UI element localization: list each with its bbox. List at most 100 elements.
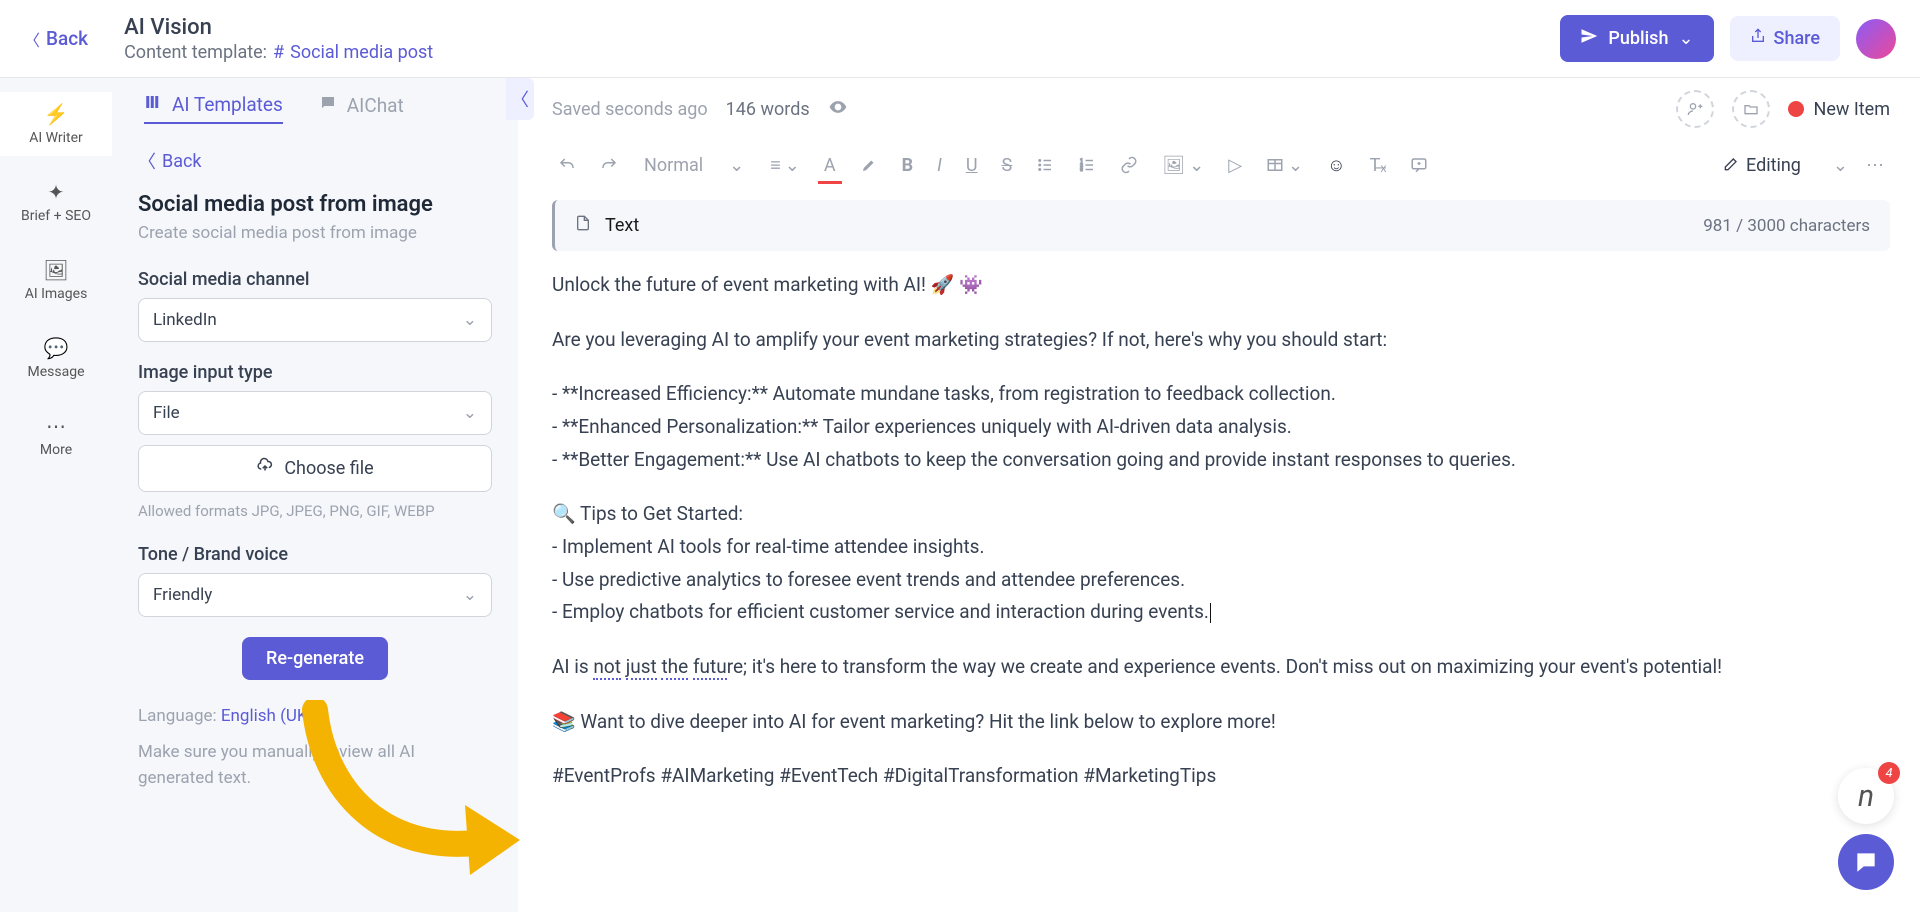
content-line: - Employ chatbots for efficient customer… bbox=[552, 596, 1860, 629]
share-label: Share bbox=[1774, 28, 1820, 49]
chevron-down-icon: ⌄ bbox=[1833, 155, 1848, 176]
sidebar-item-label: AI Images bbox=[25, 286, 88, 302]
chevron-left-icon: 〈 bbox=[138, 148, 156, 174]
chevron-down-icon: ⌄ bbox=[463, 403, 477, 423]
editor-content[interactable]: Unlock the future of event marketing wit… bbox=[552, 269, 1920, 815]
tone-select[interactable]: Friendly ⌄ bbox=[138, 573, 492, 617]
panel-tabs: AI Templates AIChat bbox=[112, 78, 518, 138]
new-item-status[interactable]: New Item bbox=[1788, 99, 1891, 120]
chevron-down-icon: ⌄ bbox=[729, 155, 744, 176]
channel-select[interactable]: LinkedIn ⌄ bbox=[138, 298, 492, 342]
content-line: #EventProfs #AIMarketing #EventTech #Dig… bbox=[552, 760, 1860, 793]
select-value: Friendly bbox=[153, 585, 212, 605]
bullet-list-button[interactable] bbox=[1030, 152, 1060, 178]
language-link[interactable]: English (UK) bbox=[221, 706, 314, 726]
editing-mode-label: Editing bbox=[1746, 155, 1801, 176]
content-line: - Use predictive analytics to foresee ev… bbox=[552, 564, 1860, 597]
emoji-button[interactable]: ☺ bbox=[1321, 151, 1351, 180]
tab-ai-chat[interactable]: AIChat bbox=[319, 94, 404, 123]
more-toolbar-button[interactable]: ⋯ bbox=[1860, 151, 1890, 180]
content-line: Are you leveraging AI to amplify your ev… bbox=[552, 324, 1860, 357]
panel-back-button[interactable]: 〈 Back bbox=[138, 148, 492, 174]
share-button[interactable]: Share bbox=[1730, 16, 1840, 61]
choose-file-button[interactable]: Choose file bbox=[138, 445, 492, 492]
document-icon bbox=[575, 214, 591, 237]
form-title: Social media post from image bbox=[138, 192, 492, 217]
template-link[interactable]: Social media post bbox=[290, 42, 433, 63]
underline-button[interactable]: U bbox=[960, 151, 984, 180]
upload-icon bbox=[256, 457, 274, 480]
undo-button[interactable] bbox=[552, 152, 582, 178]
chevron-down-icon: ⌄ bbox=[463, 585, 477, 605]
input-type-select[interactable]: File ⌄ bbox=[138, 391, 492, 435]
editing-mode-select[interactable]: Editing ⌄ bbox=[1722, 155, 1848, 176]
image-button[interactable]: 🖼⌄ bbox=[1156, 151, 1210, 180]
hash-icon: # bbox=[273, 42, 284, 63]
text-block-header[interactable]: Text 981 / 3000 characters bbox=[552, 200, 1890, 251]
template-prefix: Content template: bbox=[124, 42, 267, 63]
italic-button[interactable]: I bbox=[931, 151, 948, 180]
numbered-list-button[interactable]: 123 bbox=[1072, 152, 1102, 178]
comment-button[interactable] bbox=[1404, 152, 1434, 178]
allowed-formats-text: Allowed formats JPG, JPEG, PNG, GIF, WEB… bbox=[138, 502, 492, 520]
collapse-panel-button[interactable]: 〈 bbox=[506, 78, 534, 120]
avatar[interactable] bbox=[1856, 19, 1896, 59]
content-line: - **Better Engagement:** Use AI chatbots… bbox=[552, 444, 1860, 477]
sidebar-item-ai-writer[interactable]: ⚡ AI Writer bbox=[0, 92, 112, 156]
tab-label: AI Templates bbox=[172, 93, 283, 116]
highlight-button[interactable] bbox=[854, 152, 884, 178]
help-widgets: n 4 bbox=[1838, 768, 1894, 890]
back-button[interactable]: 〈 Back bbox=[24, 27, 88, 51]
back-label: Back bbox=[162, 151, 202, 172]
header-actions: Publish ⌄ Share bbox=[1560, 15, 1896, 62]
word-count: 146 words bbox=[726, 99, 810, 120]
sidebar-item-message[interactable]: 💬 Message bbox=[0, 326, 112, 390]
table-button[interactable]: ⌄ bbox=[1260, 151, 1309, 180]
publish-button[interactable]: Publish ⌄ bbox=[1560, 15, 1713, 62]
choose-file-label: Choose file bbox=[284, 458, 373, 479]
content-line: 🔍 Tips to Get Started: bbox=[552, 498, 1860, 531]
chat-icon bbox=[319, 94, 337, 117]
clear-format-button[interactable]: T̶ₓ bbox=[1364, 151, 1393, 180]
bolt-icon: ⚡ bbox=[44, 102, 69, 126]
strikethrough-button[interactable]: S bbox=[996, 151, 1019, 180]
eye-icon[interactable] bbox=[828, 97, 848, 122]
select-value: LinkedIn bbox=[153, 310, 217, 330]
form-subtitle: Create social media post from image bbox=[138, 223, 492, 243]
sidebar-item-more[interactable]: ⋯ More bbox=[0, 404, 112, 468]
message-icon: 💬 bbox=[44, 336, 69, 360]
svg-text:3: 3 bbox=[1080, 167, 1083, 173]
add-folder-button[interactable] bbox=[1732, 90, 1770, 128]
text-color-button[interactable]: A bbox=[818, 151, 842, 180]
content-line: 📚 Want to dive deeper into AI for event … bbox=[552, 706, 1860, 739]
target-icon: ✦ bbox=[48, 180, 65, 204]
sidebar-item-ai-images[interactable]: 🖼 AI Images bbox=[0, 248, 112, 312]
redo-button[interactable] bbox=[594, 152, 624, 178]
tab-ai-templates[interactable]: AI Templates bbox=[144, 93, 283, 124]
templates-panel: 〈 AI Templates AIChat 〈 Back Social medi… bbox=[112, 78, 518, 912]
editor-toolbar: Normal ⌄ ≡⌄ A B I U S 123 🖼⌄ ▷ ⌄ ☺ T̶ₓ bbox=[552, 140, 1920, 190]
chevron-left-icon: 〈 bbox=[511, 86, 529, 112]
share-icon bbox=[1750, 28, 1766, 49]
sidebar-item-label: Brief + SEO bbox=[21, 208, 91, 224]
add-user-button[interactable] bbox=[1676, 90, 1714, 128]
tab-label: AIChat bbox=[347, 94, 404, 117]
sidebar-item-brief-seo[interactable]: ✦ Brief + SEO bbox=[0, 170, 112, 234]
content-line: - **Increased Efficiency:** Automate mun… bbox=[552, 378, 1860, 411]
link-button[interactable] bbox=[1114, 152, 1144, 178]
more-icon: ⋯ bbox=[46, 414, 66, 438]
regenerate-button[interactable]: Re-generate bbox=[242, 637, 388, 680]
bold-button[interactable]: B bbox=[896, 151, 920, 180]
sidebar-item-label: AI Writer bbox=[29, 130, 83, 146]
field-label-tone: Tone / Brand voice bbox=[138, 544, 492, 565]
notifications-button[interactable]: n 4 bbox=[1838, 768, 1894, 824]
content-line: - **Enhanced Personalization:** Tailor e… bbox=[552, 411, 1860, 444]
paragraph-style-select[interactable]: Normal ⌄ bbox=[636, 151, 752, 180]
save-status: Saved seconds ago bbox=[552, 99, 708, 120]
field-label-input-type: Image input type bbox=[138, 362, 492, 383]
template-row: Content template: # Social media post bbox=[124, 42, 1560, 63]
header-title-block: AI Vision Content template: # Social med… bbox=[124, 15, 1560, 63]
video-button[interactable]: ▷ bbox=[1222, 151, 1248, 180]
support-chat-button[interactable] bbox=[1838, 834, 1894, 890]
align-button[interactable]: ≡⌄ bbox=[764, 151, 806, 180]
